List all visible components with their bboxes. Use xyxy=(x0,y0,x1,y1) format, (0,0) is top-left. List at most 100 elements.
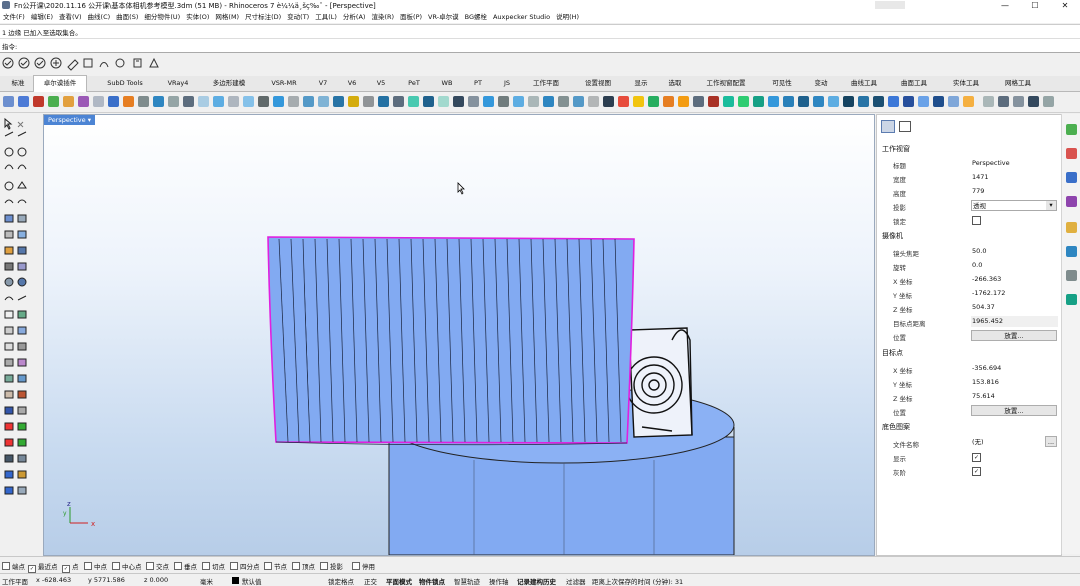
menu-bg[interactable]: BG螺栓 xyxy=(462,11,490,23)
menu-render[interactable]: 渲染(R) xyxy=(368,11,397,23)
lens-length-value[interactable]: 50.0 xyxy=(971,246,1058,257)
tab-select[interactable]: 选取 xyxy=(662,76,688,91)
help-tab-icon[interactable] xyxy=(1066,196,1077,207)
tab-transform[interactable]: 变动 xyxy=(808,76,834,91)
osnap-int[interactable]: 交点 xyxy=(146,561,169,571)
tool-icon[interactable] xyxy=(933,96,944,107)
pleated-surface[interactable] xyxy=(267,236,635,446)
tab-subd-tools[interactable]: SubD Tools xyxy=(100,76,150,91)
tool-icon[interactable] xyxy=(588,96,599,107)
osnap-checkbox[interactable] xyxy=(2,562,10,570)
menu-edit[interactable]: 编辑(E) xyxy=(28,11,56,23)
tool-icon[interactable] xyxy=(48,96,59,107)
tab-visibility[interactable]: 可见性 xyxy=(766,76,798,91)
files-tab-icon[interactable] xyxy=(1066,222,1077,233)
tab-vray4[interactable]: VRay4 xyxy=(160,76,196,91)
tool-icon[interactable] xyxy=(468,96,479,107)
tool-icon[interactable] xyxy=(873,96,884,107)
standard-toolbar-icons[interactable] xyxy=(0,55,200,71)
tool-icon[interactable] xyxy=(348,96,359,107)
viewport-tab-icon[interactable] xyxy=(899,121,911,132)
camera-model[interactable] xyxy=(625,327,693,438)
tool-icon[interactable] xyxy=(1043,96,1054,107)
menu-auxpecker[interactable]: Auxpecker Studio xyxy=(490,11,553,23)
tool-icon[interactable] xyxy=(423,96,434,107)
menu-mesh[interactable]: 网格(M) xyxy=(212,11,242,23)
tool-icon[interactable] xyxy=(798,96,809,107)
menu-dimension[interactable]: 尺寸标注(D) xyxy=(242,11,284,23)
osnap-end[interactable]: 端点 xyxy=(2,561,25,571)
osnap-mid[interactable]: 中点 xyxy=(84,561,107,571)
tool-icon[interactable] xyxy=(63,96,74,107)
maximize-button[interactable]: ☐ xyxy=(1020,0,1050,11)
tool-icon[interactable] xyxy=(108,96,119,107)
tool-icon[interactable] xyxy=(378,96,389,107)
tool-icon[interactable] xyxy=(618,96,629,107)
target-y-value[interactable]: 153.816 xyxy=(971,377,1058,388)
tool-icon[interactable] xyxy=(153,96,164,107)
tab-viewport-layout[interactable]: 工作视窗配置 xyxy=(700,76,752,91)
osnap-checkbox[interactable] xyxy=(352,562,360,570)
camera-tab-icon[interactable] xyxy=(881,120,895,133)
properties-tab-icon[interactable] xyxy=(1066,124,1077,135)
minimize-button[interactable]: — xyxy=(990,0,1020,11)
menu-panels[interactable]: 面板(P) xyxy=(397,11,425,23)
tool-icon[interactable] xyxy=(678,96,689,107)
tool-icon[interactable] xyxy=(543,96,554,107)
osnap-checkbox[interactable]: ✓ xyxy=(62,565,70,573)
tool-icon[interactable] xyxy=(528,96,539,107)
named-view-tab-icon[interactable] xyxy=(1066,246,1077,257)
osnap-disable[interactable]: 停用 xyxy=(352,561,375,571)
menu-help[interactable]: 说明(H) xyxy=(553,11,582,23)
materials-tab-icon[interactable] xyxy=(1066,294,1077,305)
tool-icon[interactable] xyxy=(363,96,374,107)
tool-icon[interactable] xyxy=(93,96,104,107)
camera-y-value[interactable]: -1762.172 xyxy=(971,288,1058,299)
osnap-vertex[interactable]: 顶点 xyxy=(292,561,315,571)
osnap-checkbox[interactable] xyxy=(84,562,92,570)
tab-display[interactable]: 显示 xyxy=(628,76,654,91)
tool-icon[interactable] xyxy=(1013,96,1024,107)
target-place-button[interactable]: 放置... xyxy=(971,405,1057,416)
tab-cplane[interactable]: 工作平面 xyxy=(526,76,566,91)
layers-tab-icon[interactable] xyxy=(1066,148,1077,159)
tool-icon[interactable] xyxy=(228,96,239,107)
camera-place-button[interactable]: 放置... xyxy=(971,330,1057,341)
tool-icon[interactable] xyxy=(33,96,44,107)
tab-standard[interactable]: 标准 xyxy=(5,76,31,91)
osnap-checkbox[interactable] xyxy=(264,562,272,570)
tool-icon[interactable] xyxy=(303,96,314,107)
tool-icon[interactable] xyxy=(333,96,344,107)
tab-mesh-tools[interactable]: 网格工具 xyxy=(998,76,1038,91)
tool-icon[interactable] xyxy=(483,96,494,107)
osnap-checkbox[interactable] xyxy=(292,562,300,570)
tool-icon[interactable] xyxy=(708,96,719,107)
close-button[interactable]: ✕ xyxy=(1050,0,1080,11)
wallpaper-browse-button[interactable]: ... xyxy=(1045,436,1057,447)
tool-icon[interactable] xyxy=(1028,96,1039,107)
command-line[interactable]: 指令: xyxy=(0,38,1080,53)
menu-vr[interactable]: VR-卓尔谟 xyxy=(425,11,462,23)
tool-icon[interactable] xyxy=(633,96,644,107)
tool-icon[interactable] xyxy=(183,96,194,107)
tool-icon[interactable] xyxy=(78,96,89,107)
tab-zrm-plugin[interactable]: 卓尔谟插件 xyxy=(33,75,87,92)
osnap-point[interactable]: ✓ 点 xyxy=(62,561,79,573)
tool-icon[interactable] xyxy=(213,96,224,107)
tool-icon[interactable] xyxy=(138,96,149,107)
tab-wb[interactable]: WB xyxy=(436,76,458,91)
tab-solid-tools[interactable]: 实体工具 xyxy=(946,76,986,91)
tab-pt[interactable]: PT xyxy=(468,76,488,91)
tab-js[interactable]: JS xyxy=(497,76,517,91)
tool-icon[interactable] xyxy=(813,96,824,107)
tool-icon[interactable] xyxy=(273,96,284,107)
tool-icon[interactable] xyxy=(753,96,764,107)
tool-icon[interactable] xyxy=(558,96,569,107)
osnap-checkbox[interactable] xyxy=(146,562,154,570)
tool-icon[interactable] xyxy=(828,96,839,107)
tool-icon[interactable] xyxy=(783,96,794,107)
tab-set-view[interactable]: 设置视图 xyxy=(578,76,618,91)
title-search-box[interactable] xyxy=(875,1,905,9)
tool-icon[interactable] xyxy=(288,96,299,107)
prop-title-value[interactable]: Perspective xyxy=(971,158,1058,169)
